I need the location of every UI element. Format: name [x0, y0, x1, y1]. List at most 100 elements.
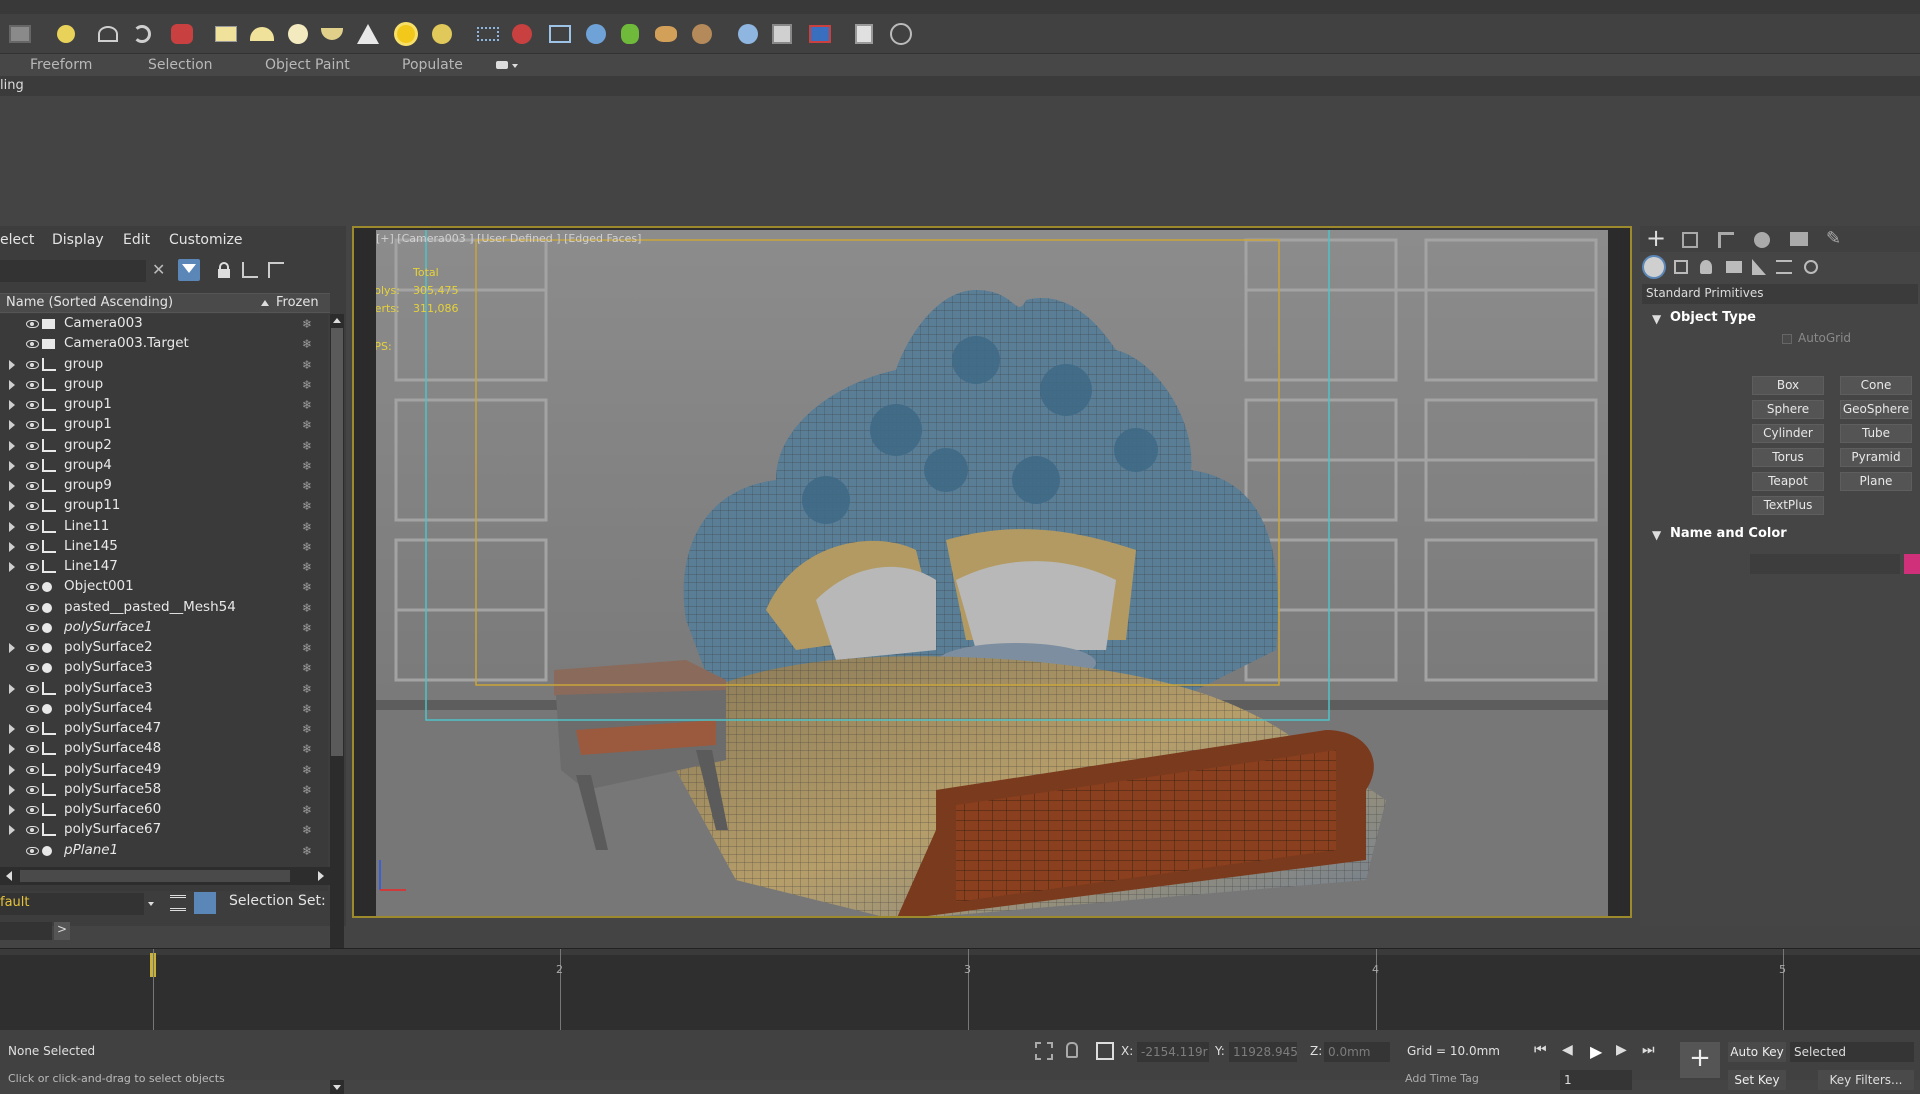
visibility-eye-icon[interactable]	[26, 380, 39, 389]
isolate-selection-icon[interactable]	[1035, 1042, 1053, 1060]
tube-button[interactable]: Tube	[1840, 424, 1912, 443]
expand-arrow-icon[interactable]	[9, 440, 15, 451]
menu-select[interactable]: elect	[0, 232, 34, 248]
scene-search-input[interactable]	[0, 260, 146, 282]
add-time-tag-label[interactable]: Add Time Tag	[1405, 1072, 1479, 1085]
sky-icon[interactable]	[428, 20, 456, 48]
scroll-right-icon[interactable]	[318, 871, 324, 881]
freeze-icon[interactable]: ❄	[302, 641, 312, 655]
visibility-eye-icon[interactable]	[26, 502, 39, 511]
menu-edit[interactable]: Edit	[123, 232, 150, 248]
freeze-icon[interactable]: ❄	[302, 763, 312, 777]
cameras-category-icon[interactable]	[1726, 261, 1742, 273]
visibility-eye-icon[interactable]	[26, 563, 39, 571]
expand-arrow-icon[interactable]	[9, 744, 15, 755]
go-to-start-icon[interactable]: ⏮	[1534, 1042, 1550, 1058]
list-item[interactable]: polySurface49 ❄	[0, 760, 328, 780]
textplus-button[interactable]: TextPlus	[1752, 496, 1824, 515]
tab-populate[interactable]: Populate	[402, 56, 463, 74]
tab-selection[interactable]: Selection	[148, 56, 213, 74]
hierarchy-icon[interactable]	[242, 262, 258, 278]
freeze-icon[interactable]: ❄	[302, 560, 312, 574]
list-item[interactable]: group11 ❄	[0, 496, 328, 516]
viewport-label[interactable]: [+] [Camera003 ] [User Defined ] [Edged …	[376, 232, 641, 245]
list-item[interactable]: polySurface4 ❄	[0, 699, 328, 719]
visibility-eye-icon[interactable]	[26, 441, 39, 450]
list-item[interactable]: polySurface47 ❄	[0, 719, 328, 739]
freeze-icon[interactable]: ❄	[302, 317, 312, 331]
scroll-left-icon[interactable]	[6, 871, 12, 881]
freeze-icon[interactable]: ❄	[302, 479, 312, 493]
timeline[interactable]: 2 3 4 5	[0, 948, 1920, 1031]
column-frozen-header[interactable]: Frozen	[276, 295, 319, 310]
auto-key-button[interactable]: Auto Key	[1728, 1042, 1786, 1062]
freeze-icon[interactable]: ❄	[302, 823, 312, 837]
cone-icon[interactable]	[354, 20, 382, 48]
expand-arrow-icon[interactable]	[9, 400, 15, 410]
key-filters-button[interactable]: Key Filters...	[1818, 1070, 1914, 1090]
time-slider-track[interactable]	[0, 949, 1920, 955]
bend-icon[interactable]	[128, 20, 156, 48]
curve-icon[interactable]	[94, 20, 122, 48]
expand-arrow-icon[interactable]	[9, 460, 15, 471]
visibility-eye-icon[interactable]	[26, 826, 39, 835]
visibility-eye-icon[interactable]	[26, 603, 39, 612]
utilities-tab-icon[interactable]: ✎	[1826, 228, 1841, 249]
column-name-header[interactable]: Name (Sorted Ascending)	[6, 295, 173, 310]
key-selection-dropdown[interactable]: Selected	[1790, 1042, 1914, 1062]
list-item[interactable]: Line145 ❄	[0, 537, 328, 557]
list-item[interactable]: polySurface48 ❄	[0, 739, 328, 759]
visibility-eye-icon[interactable]	[26, 664, 39, 673]
particle-icon[interactable]	[582, 20, 610, 48]
list-item[interactable]: pPlane1 ❄	[0, 841, 328, 861]
list-item[interactable]: Camera003.Target ❄	[0, 334, 328, 354]
list-item[interactable]: group1 ❄	[0, 415, 328, 435]
sun-icon[interactable]	[392, 20, 420, 48]
autogrid-checkbox[interactable]	[1782, 334, 1792, 344]
material-editor-icon[interactable]	[768, 20, 796, 48]
list-item[interactable]: group2 ❄	[0, 436, 328, 456]
list-hscroll-thumb[interactable]	[20, 870, 290, 882]
box-button[interactable]: Box	[1752, 376, 1824, 395]
lock-icon[interactable]	[218, 262, 230, 278]
list-item[interactable]: polySurface3 ❄	[0, 679, 328, 699]
expand-arrow-icon[interactable]	[9, 541, 15, 552]
visibility-eye-icon[interactable]	[26, 806, 39, 814]
freeze-icon[interactable]: ❄	[302, 499, 312, 513]
visibility-eye-icon[interactable]	[26, 765, 39, 774]
freeze-icon[interactable]: ❄	[302, 803, 312, 817]
visibility-eye-icon[interactable]	[26, 644, 39, 652]
list-scrollbar-thumb[interactable]	[331, 328, 343, 756]
list-item[interactable]: group ❄	[0, 375, 328, 395]
freeze-icon[interactable]: ❄	[302, 621, 312, 635]
z-coordinate-field[interactable]: 0.0mm	[1324, 1042, 1390, 1062]
expand-arrow-icon[interactable]	[9, 562, 15, 572]
list-item[interactable]: polySurface1 ❄	[0, 618, 328, 638]
clear-search-icon[interactable]: ✕	[152, 260, 168, 280]
cylinder-button[interactable]: Cylinder	[1752, 424, 1824, 443]
previous-frame-icon[interactable]: ◀	[1562, 1042, 1578, 1058]
freeze-icon[interactable]: ❄	[302, 722, 312, 736]
menu-display[interactable]: Display	[52, 232, 104, 248]
modify-tab-icon[interactable]	[1682, 232, 1698, 248]
absolute-mode-icon[interactable]	[1096, 1042, 1114, 1060]
freeze-icon[interactable]: ❄	[302, 783, 312, 797]
visibility-eye-icon[interactable]	[26, 401, 39, 409]
tab-freeform[interactable]: Freeform	[30, 56, 92, 74]
freeze-icon[interactable]: ❄	[302, 459, 312, 473]
visibility-eye-icon[interactable]	[26, 785, 39, 794]
expand-arrow-icon[interactable]	[9, 420, 15, 431]
y-coordinate-field[interactable]: 11928.945	[1229, 1042, 1298, 1062]
expand-arrow-icon[interactable]	[9, 501, 15, 512]
visibility-eye-icon[interactable]	[26, 360, 39, 369]
plane-button[interactable]: Plane	[1840, 472, 1912, 491]
sphere-icon[interactable]	[284, 20, 312, 48]
visibility-eye-icon[interactable]	[26, 542, 39, 551]
grid-mesh-icon[interactable]	[474, 20, 502, 48]
bone-icon[interactable]	[546, 20, 574, 48]
space-warps-category-icon[interactable]	[1776, 260, 1792, 274]
list-item[interactable]: group4 ❄	[0, 456, 328, 476]
play-icon[interactable]: ▶	[1590, 1042, 1606, 1061]
layers-icon[interactable]	[170, 895, 186, 911]
visibility-eye-icon[interactable]	[26, 320, 39, 328]
